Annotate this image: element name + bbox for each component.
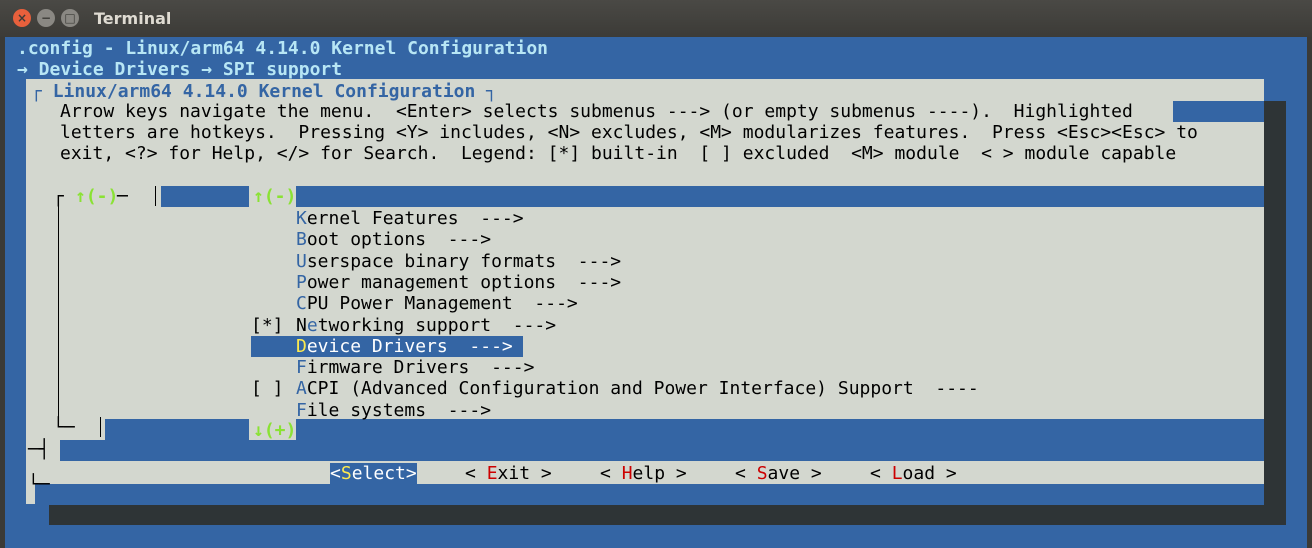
menu-item-label: CPU Power Management ---> [296,293,578,315]
menu-item[interactable]: Firmware Drivers ---> [251,357,534,378]
save-button[interactable]: < Save > [735,463,822,484]
dialog-title: ┌ Linux/arm64 4.14.0 Kernel Configuratio… [31,81,498,102]
menu-item[interactable]: [ ] ACPI (Advanced Configuration and Powe… [251,378,979,400]
window-title: Terminal [94,9,172,28]
menu-item-label: Userspace binary formats ---> [296,250,622,272]
title-overflow-bar [1173,101,1264,122]
menu-item[interactable]: File systems ---> [251,400,523,421]
menu-border-bottom-left: └─ [53,417,75,438]
bottom-bar [35,484,1264,505]
menu-item-hotkey: B [296,229,307,251]
menu-item-mark: [*] [251,314,284,336]
menu-item-label: ACPI (Advanced Configuration and Power I… [296,378,979,400]
menu-item-mark: [ ] [251,378,284,400]
menu-item-label: Networking support ---> [296,314,557,336]
help-button[interactable]: < Help > [600,463,687,484]
menu-item-label: Kernel Features ---> [296,208,524,229]
dialog-shadow-bottom [49,504,1286,525]
menu-item-hotkey: P [296,271,307,293]
menu-item-hotkey: U [296,250,307,272]
breadcrumb: → Device Drivers → SPI support [17,59,343,80]
exit-button[interactable]: < Exit > [465,463,552,484]
scroll-up-indicator[interactable]: ↑(-) [253,186,296,207]
scroll-up-indicator-left: ↑(-) [75,186,119,207]
close-icon[interactable]: × [13,9,31,27]
menu-item[interactable]: Kernel Features ---> [251,208,524,229]
menu-item[interactable]: Boot options ---> [251,229,523,250]
terminal-screen[interactable]: .config - Linux/arm64 4.14.0 Kernel Conf… [5,37,1307,548]
menu-item[interactable]: Device Drivers ---> [251,335,523,357]
menu-border-top-dash: ─ [117,186,128,207]
menu-item-label: Power management options ---> [296,271,622,293]
menu-item-hotkey: A [296,378,307,400]
bottom-bar-left [105,419,249,440]
button-hotkey: H [621,463,633,484]
help-line-2: letters are hotkeys. Pressing <Y> includ… [60,122,1198,143]
menu-item[interactable]: Userspace binary formats ---> [251,251,621,272]
menu-item[interactable]: [*] Networking support ---> [251,314,556,336]
menu-item-hotkey: e [306,314,318,336]
menu-item-label: File systems ---> [296,399,492,421]
button-hotkey: S [756,463,768,484]
maximize-icon[interactable]: □ [61,9,79,27]
scroll-down-indicator[interactable]: ↓(+) [253,420,296,441]
button-hotkey: L [891,463,903,484]
menu-item-hotkey: C [296,293,307,315]
menu-divider-top [155,186,156,206]
menu-divider-bottom [100,417,101,437]
menu-item-hotkey: K [296,208,307,229]
help-line-3: exit, <?> for Help, </> for Search. Lege… [60,143,1177,164]
dialog-shadow-right [1264,101,1286,525]
top-bar-right [296,186,1264,207]
load-button[interactable]: < Load > [870,463,957,484]
top-bar-left [161,186,249,207]
window-titlebar[interactable]: × − □ Terminal [0,0,1312,37]
separator-left-mark: ─┤ [28,439,50,460]
button-hotkey: S [340,463,352,484]
menu-item-label: Firmware Drivers ---> [296,357,535,379]
menu-item-label: Device Drivers ---> [296,335,513,357]
menu-item-hotkey: D [296,335,307,357]
menu-item[interactable]: CPU Power Management ---> [251,293,578,314]
menu-item[interactable]: Power management options ---> [251,272,621,293]
config-header: .config - Linux/arm64 4.14.0 Kernel Conf… [17,38,549,59]
minimize-icon[interactable]: − [37,9,55,27]
bottom-left-corner: └─ [28,474,50,495]
menu-border-left [58,197,59,427]
separator-bar [60,440,1264,461]
menu-item-hotkey: F [296,399,307,421]
select-button[interactable]: <Select> [330,463,417,484]
button-hotkey: E [486,463,498,484]
menu-item-hotkey: F [296,357,307,379]
menu-item-label: Boot options ---> [296,229,492,251]
help-line-1: Arrow keys navigate the menu. <Enter> se… [60,101,1133,122]
bottom-bar-right [296,419,1264,440]
